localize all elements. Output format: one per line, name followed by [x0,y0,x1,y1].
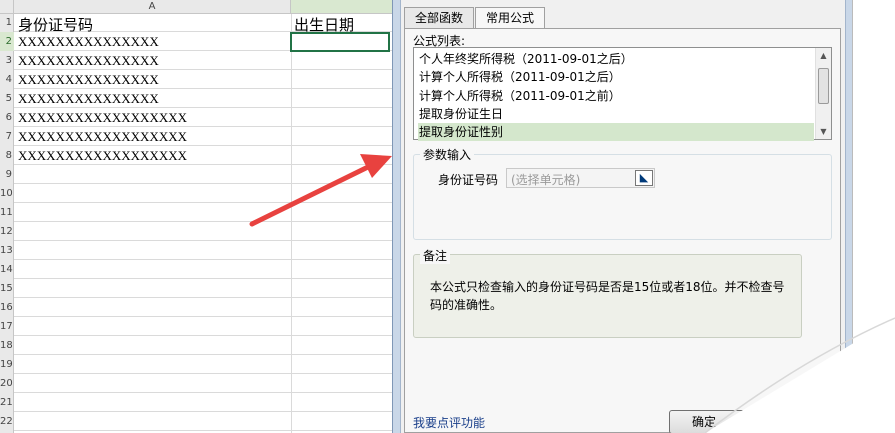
grid-row[interactable] [14,355,392,374]
row-header[interactable]: 21 [0,393,14,412]
grid-row[interactable] [14,298,392,317]
grid-row[interactable] [14,260,392,279]
grid-row[interactable] [14,222,392,241]
grid-row[interactable] [14,374,392,393]
note-box: 本公式只检查输入的身份证号码是否是15位或者18位。并不检查号码的准确性。 [413,254,802,338]
param-label-id-number: 身份证号码 [438,173,499,187]
row-header[interactable]: 10 [0,184,14,203]
row-header[interactable]: 5 [0,89,14,108]
row-header[interactable]: 22 [0,412,14,431]
list-item-formula[interactable]: 计算个人所得税（2011-09-01之前） [418,87,814,105]
scroll-down-icon[interactable]: ▼ [816,124,831,139]
row-header[interactable]: 14 [0,260,14,279]
scroll-up-icon[interactable]: ▲ [816,48,831,63]
row-header[interactable]: 13 [0,241,14,260]
feedback-link[interactable]: 我要点评功能 [413,414,485,431]
grid-row[interactable] [14,184,392,203]
formula-listbox[interactable]: 个人年终奖所得税（2011-09-01之后） 计算个人所得税（2011-09-0… [413,47,832,141]
row-header[interactable]: 20 [0,374,14,393]
grid-row[interactable] [14,336,392,355]
active-cell-b2[interactable] [290,32,390,52]
id-number-cell[interactable]: XXXXXXXXXXXXXXX [18,53,159,69]
column-header-b[interactable] [291,0,392,14]
row-header[interactable]: 17 [0,317,14,336]
row-header[interactable]: 15 [0,279,14,298]
grid-row[interactable] [14,393,392,412]
tab-common-formulas[interactable]: 常用公式 [475,7,546,30]
list-item-formula[interactable]: 提取身份证生日 [418,105,814,123]
grid-row[interactable] [14,165,392,184]
grid-row[interactable] [14,412,392,431]
row-header[interactable]: 3 [0,51,14,70]
id-number-cell[interactable]: XXXXXXXXXXXXXXX [18,34,159,50]
cell-picker-icon[interactable]: ◣ [635,170,653,186]
list-item-formula[interactable]: 个人年终奖所得税（2011-09-01之后） [418,50,814,68]
id-number-cell[interactable]: XXXXXXXXXXXXXXXXXX [18,110,187,126]
param-input-group [413,154,832,240]
dialog-tabs: 全部函数 常用公式 [404,7,546,30]
row-header[interactable]: 6 [0,108,14,127]
row-header[interactable]: 18 [0,336,14,355]
param-placeholder: (选择单元格) [511,173,581,187]
cell-a1-id-header[interactable]: 身份证号码 [18,14,93,35]
id-number-cell[interactable]: XXXXXXXXXXXXXXX [18,72,159,88]
row-header[interactable]: 11 [0,203,14,222]
grid-row[interactable] [14,203,392,222]
list-item-formula[interactable]: 计算个人所得税（2011-09-01之后） [418,68,814,86]
row-header[interactable]: 9 [0,165,14,184]
id-number-cell[interactable]: XXXXXXXXXXXXXXX [18,91,159,107]
tab-all-functions[interactable]: 全部函数 [404,7,475,29]
note-title: 备注 [420,247,451,264]
id-number-cell-input[interactable]: (选择单元格) ◣ [506,168,655,188]
ok-button[interactable]: 确定 [669,410,749,433]
grid-row[interactable] [14,241,392,260]
formula-list-scrollbar[interactable]: ▲ ▼ [815,48,831,139]
row-header[interactable]: 7 [0,127,14,146]
column-divider [291,14,292,433]
row-header[interactable]: 19 [0,355,14,374]
param-group-title: 参数输入 [420,146,475,163]
scroll-thumb[interactable] [818,68,829,104]
spreadsheet: A 1234567891011121314151617181920212223 … [0,0,392,433]
id-number-cell[interactable]: XXXXXXXXXXXXXXXXXX [18,148,187,164]
id-number-cell[interactable]: XXXXXXXXXXXXXXXXXX [18,129,187,145]
row-header[interactable]: 4 [0,70,14,89]
row-header[interactable]: 2 [0,32,14,51]
row-header[interactable]: 12 [0,222,14,241]
row-header[interactable]: 16 [0,298,14,317]
note-text: 本公式只检查输入的身份证号码是否是15位或者18位。并不检查号码的准确性。 [430,280,785,312]
column-header-a[interactable]: A [14,0,291,14]
grid-row[interactable] [14,317,392,336]
list-item-formula-selected[interactable]: 提取身份证性别 [418,123,814,141]
row-header[interactable]: 8 [0,146,14,165]
grid-row[interactable] [14,279,392,298]
background-window-edge [852,0,895,433]
select-all-corner[interactable] [0,0,14,14]
row-header[interactable]: 1 [0,14,14,32]
